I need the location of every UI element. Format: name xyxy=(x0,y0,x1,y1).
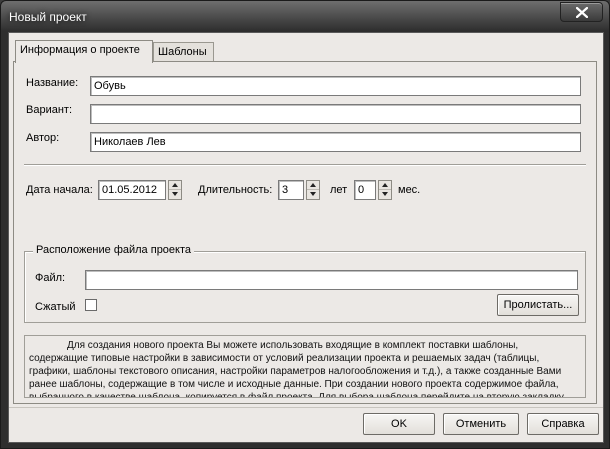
info-text: Для создания нового проекта Вы можете ис… xyxy=(24,335,586,398)
file-location-group: Расположение файла проекта Файл: Сжатый … xyxy=(24,244,586,323)
spin-up-button[interactable] xyxy=(379,181,391,190)
start-date-label: Дата начала: xyxy=(26,184,93,196)
tab-panel: Название: Вариант: Автор: Дата начала: Д… xyxy=(13,61,597,404)
tab-project-info[interactable]: Информация о проекте xyxy=(15,40,153,63)
start-date-field[interactable] xyxy=(98,180,166,200)
file-label: Файл: xyxy=(35,272,66,284)
arrow-down-icon xyxy=(382,192,388,196)
variant-label: Вариант: xyxy=(26,104,73,116)
duration-label: Длительность: xyxy=(198,184,273,196)
spin-up-button[interactable] xyxy=(169,181,181,190)
months-unit: мес. xyxy=(398,184,421,196)
start-date-spinner[interactable] xyxy=(168,180,182,200)
tab-label: Информация о проекте xyxy=(20,44,140,56)
arrow-down-icon xyxy=(172,192,178,196)
name-field[interactable] xyxy=(90,76,581,96)
spin-up-button[interactable] xyxy=(307,181,319,190)
compressed-label: Сжатый xyxy=(35,301,76,313)
name-label: Название: xyxy=(26,77,79,89)
tab-templates[interactable]: Шаблоны xyxy=(153,42,214,62)
tab-label: Шаблоны xyxy=(158,46,207,58)
months-spinner[interactable] xyxy=(378,180,392,200)
dialog-client: Информация о проекте Шаблоны Название: В… xyxy=(8,32,604,443)
arrow-up-icon xyxy=(310,183,316,187)
cancel-button[interactable]: Отменить xyxy=(443,413,519,435)
arrow-up-icon xyxy=(172,183,178,187)
help-button[interactable]: Справка xyxy=(527,413,599,435)
author-label: Автор: xyxy=(26,132,60,144)
group-title: Расположение файла проекта xyxy=(33,244,195,256)
years-spinner[interactable] xyxy=(306,180,320,200)
ok-button[interactable]: OK xyxy=(363,413,435,435)
arrow-up-icon xyxy=(382,183,388,187)
compressed-checkbox[interactable] xyxy=(85,299,97,311)
spin-down-button[interactable] xyxy=(169,190,181,199)
window-title: Новый проект xyxy=(9,10,87,24)
arrow-down-icon xyxy=(310,192,316,196)
close-button[interactable] xyxy=(560,2,603,22)
divider xyxy=(9,407,603,408)
title-bar[interactable]: Новый проект xyxy=(1,1,609,33)
file-path-field[interactable] xyxy=(85,270,578,290)
dialog-window: Новый проект Информация о проекте Шаблон… xyxy=(0,0,610,449)
spin-down-button[interactable] xyxy=(379,190,391,199)
years-unit: лет xyxy=(330,184,348,196)
spin-down-button[interactable] xyxy=(307,190,319,199)
years-field[interactable] xyxy=(278,180,304,200)
variant-field[interactable] xyxy=(90,104,581,124)
browse-button[interactable]: Пролистать... xyxy=(497,294,579,316)
divider xyxy=(24,164,586,166)
months-field[interactable] xyxy=(354,180,376,200)
author-field[interactable] xyxy=(90,132,581,152)
